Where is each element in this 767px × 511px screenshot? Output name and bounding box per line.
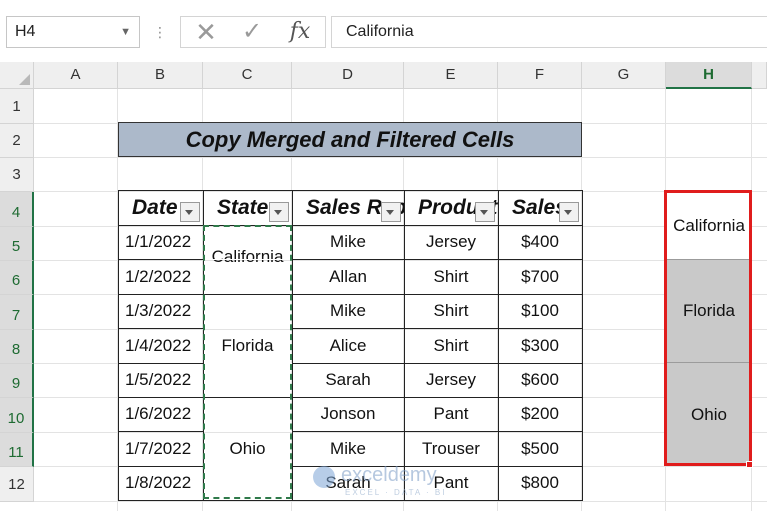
product-cell[interactable]: Jersey <box>404 363 498 397</box>
column-header-a[interactable]: A <box>34 62 118 89</box>
more-options-icon[interactable]: ⋮ <box>153 16 167 48</box>
row-header-7[interactable]: 7 <box>0 295 34 330</box>
table-border-vertical <box>292 190 293 501</box>
table-border-horizontal <box>118 397 583 398</box>
date-cell[interactable]: 1/8/2022 <box>118 466 203 500</box>
header-cell-product[interactable]: Product <box>404 190 498 225</box>
product-cell[interactable]: Shirt <box>404 328 498 363</box>
table-border-horizontal <box>118 225 583 226</box>
table-border-horizontal <box>118 431 583 432</box>
sales-rep-cell[interactable]: Mike <box>292 294 404 328</box>
sales-rep-cell[interactable]: Alice <box>292 328 404 363</box>
exceldemy-logo-icon <box>313 466 335 488</box>
row-header-11[interactable]: 11 <box>0 433 34 467</box>
sales-cell[interactable]: $800 <box>498 466 582 500</box>
table-border-horizontal <box>118 259 583 260</box>
formula-buttons: ✕ ✓ fx <box>180 16 326 48</box>
insert-function-icon[interactable]: fx <box>283 17 317 47</box>
sales-cell[interactable]: $200 <box>498 397 582 431</box>
sheet-title[interactable]: Copy Merged and Filtered Cells <box>118 122 582 157</box>
row-header-2[interactable]: 2 <box>0 124 34 158</box>
sales-rep-cell[interactable]: Mike <box>292 225 404 259</box>
header-cell-sales-rep[interactable]: Sales Rep <box>292 190 404 225</box>
cancel-icon[interactable]: ✕ <box>191 17 221 47</box>
table-border-vertical <box>582 190 583 501</box>
date-cell[interactable]: 1/2/2022 <box>118 259 203 294</box>
sales-cell[interactable]: $300 <box>498 328 582 363</box>
date-cell[interactable]: 1/3/2022 <box>118 294 203 328</box>
column-header-e[interactable]: E <box>404 62 498 89</box>
row-header-10[interactable]: 10 <box>0 398 34 433</box>
filter-dropdown-icon[interactable] <box>381 202 401 222</box>
copy-marquee <box>203 225 292 499</box>
sales-rep-cell[interactable]: Allan <box>292 259 404 294</box>
filter-dropdown-icon[interactable] <box>559 202 579 222</box>
table-border-horizontal <box>118 328 583 329</box>
product-cell[interactable]: Shirt <box>404 259 498 294</box>
name-box[interactable]: H4 ▼ <box>6 16 140 48</box>
table-border-horizontal <box>118 363 583 364</box>
row-header-4[interactable]: 4 <box>0 192 34 227</box>
row-header-5[interactable]: 5 <box>0 227 34 261</box>
sales-cell[interactable]: $700 <box>498 259 582 294</box>
product-cell[interactable]: Jersey <box>404 225 498 259</box>
header-cell-sales[interactable]: Sales <box>498 190 582 225</box>
date-cell[interactable]: 1/6/2022 <box>118 397 203 431</box>
selection-border <box>664 190 752 466</box>
name-box-value: H4 <box>15 23 36 40</box>
row-header-8[interactable]: 8 <box>0 330 34 364</box>
sales-cell[interactable]: $400 <box>498 225 582 259</box>
row-header-1[interactable]: 1 <box>0 89 34 124</box>
table-border-vertical <box>118 190 119 501</box>
date-cell[interactable]: 1/7/2022 <box>118 431 203 466</box>
date-cell[interactable]: 1/4/2022 <box>118 328 203 363</box>
column-header-h[interactable]: H <box>666 62 752 89</box>
filter-dropdown-icon[interactable] <box>180 202 200 222</box>
chevron-down-icon[interactable]: ▼ <box>120 17 131 47</box>
sales-cell[interactable]: $100 <box>498 294 582 328</box>
row-header-12[interactable]: 12 <box>0 467 34 502</box>
sales-rep-cell[interactable]: Sarah <box>292 363 404 397</box>
row-header-3[interactable]: 3 <box>0 158 34 192</box>
grid-line-horizontal <box>34 157 767 158</box>
sales-rep-cell[interactable]: Mike <box>292 431 404 466</box>
sales-rep-cell[interactable]: Jonson <box>292 397 404 431</box>
column-header-next[interactable] <box>752 62 767 89</box>
column-header-f[interactable]: F <box>498 62 582 89</box>
table-border-horizontal <box>118 294 583 295</box>
date-cell[interactable]: 1/5/2022 <box>118 363 203 397</box>
product-cell[interactable]: Shirt <box>404 294 498 328</box>
column-header-g[interactable]: G <box>582 62 666 89</box>
product-cell[interactable]: Trouser <box>404 431 498 466</box>
enter-icon[interactable]: ✓ <box>237 17 267 47</box>
sales-cell[interactable]: $600 <box>498 363 582 397</box>
column-header-d[interactable]: D <box>292 62 404 89</box>
date-cell[interactable]: 1/1/2022 <box>118 225 203 259</box>
column-header-b[interactable]: B <box>118 62 203 89</box>
fill-handle[interactable] <box>746 461 753 468</box>
column-header-c[interactable]: C <box>203 62 292 89</box>
header-cell-state[interactable]: State <box>203 190 292 225</box>
header-cell-date[interactable]: Date <box>118 190 203 225</box>
formula-input[interactable]: California <box>331 16 767 48</box>
select-all-button[interactable] <box>0 62 34 89</box>
table-border-horizontal <box>118 190 583 191</box>
row-header-6[interactable]: 6 <box>0 261 34 295</box>
filter-dropdown-icon[interactable] <box>475 202 495 222</box>
product-cell[interactable]: Pant <box>404 397 498 431</box>
exceldemy-watermark: exceldemy EXCEL · DATA · BI <box>313 462 463 502</box>
table-border-vertical <box>498 190 499 501</box>
filter-dropdown-icon[interactable] <box>269 202 289 222</box>
table-border-vertical <box>404 190 405 501</box>
row-header-9[interactable]: 9 <box>0 364 34 398</box>
sales-cell[interactable]: $500 <box>498 431 582 466</box>
